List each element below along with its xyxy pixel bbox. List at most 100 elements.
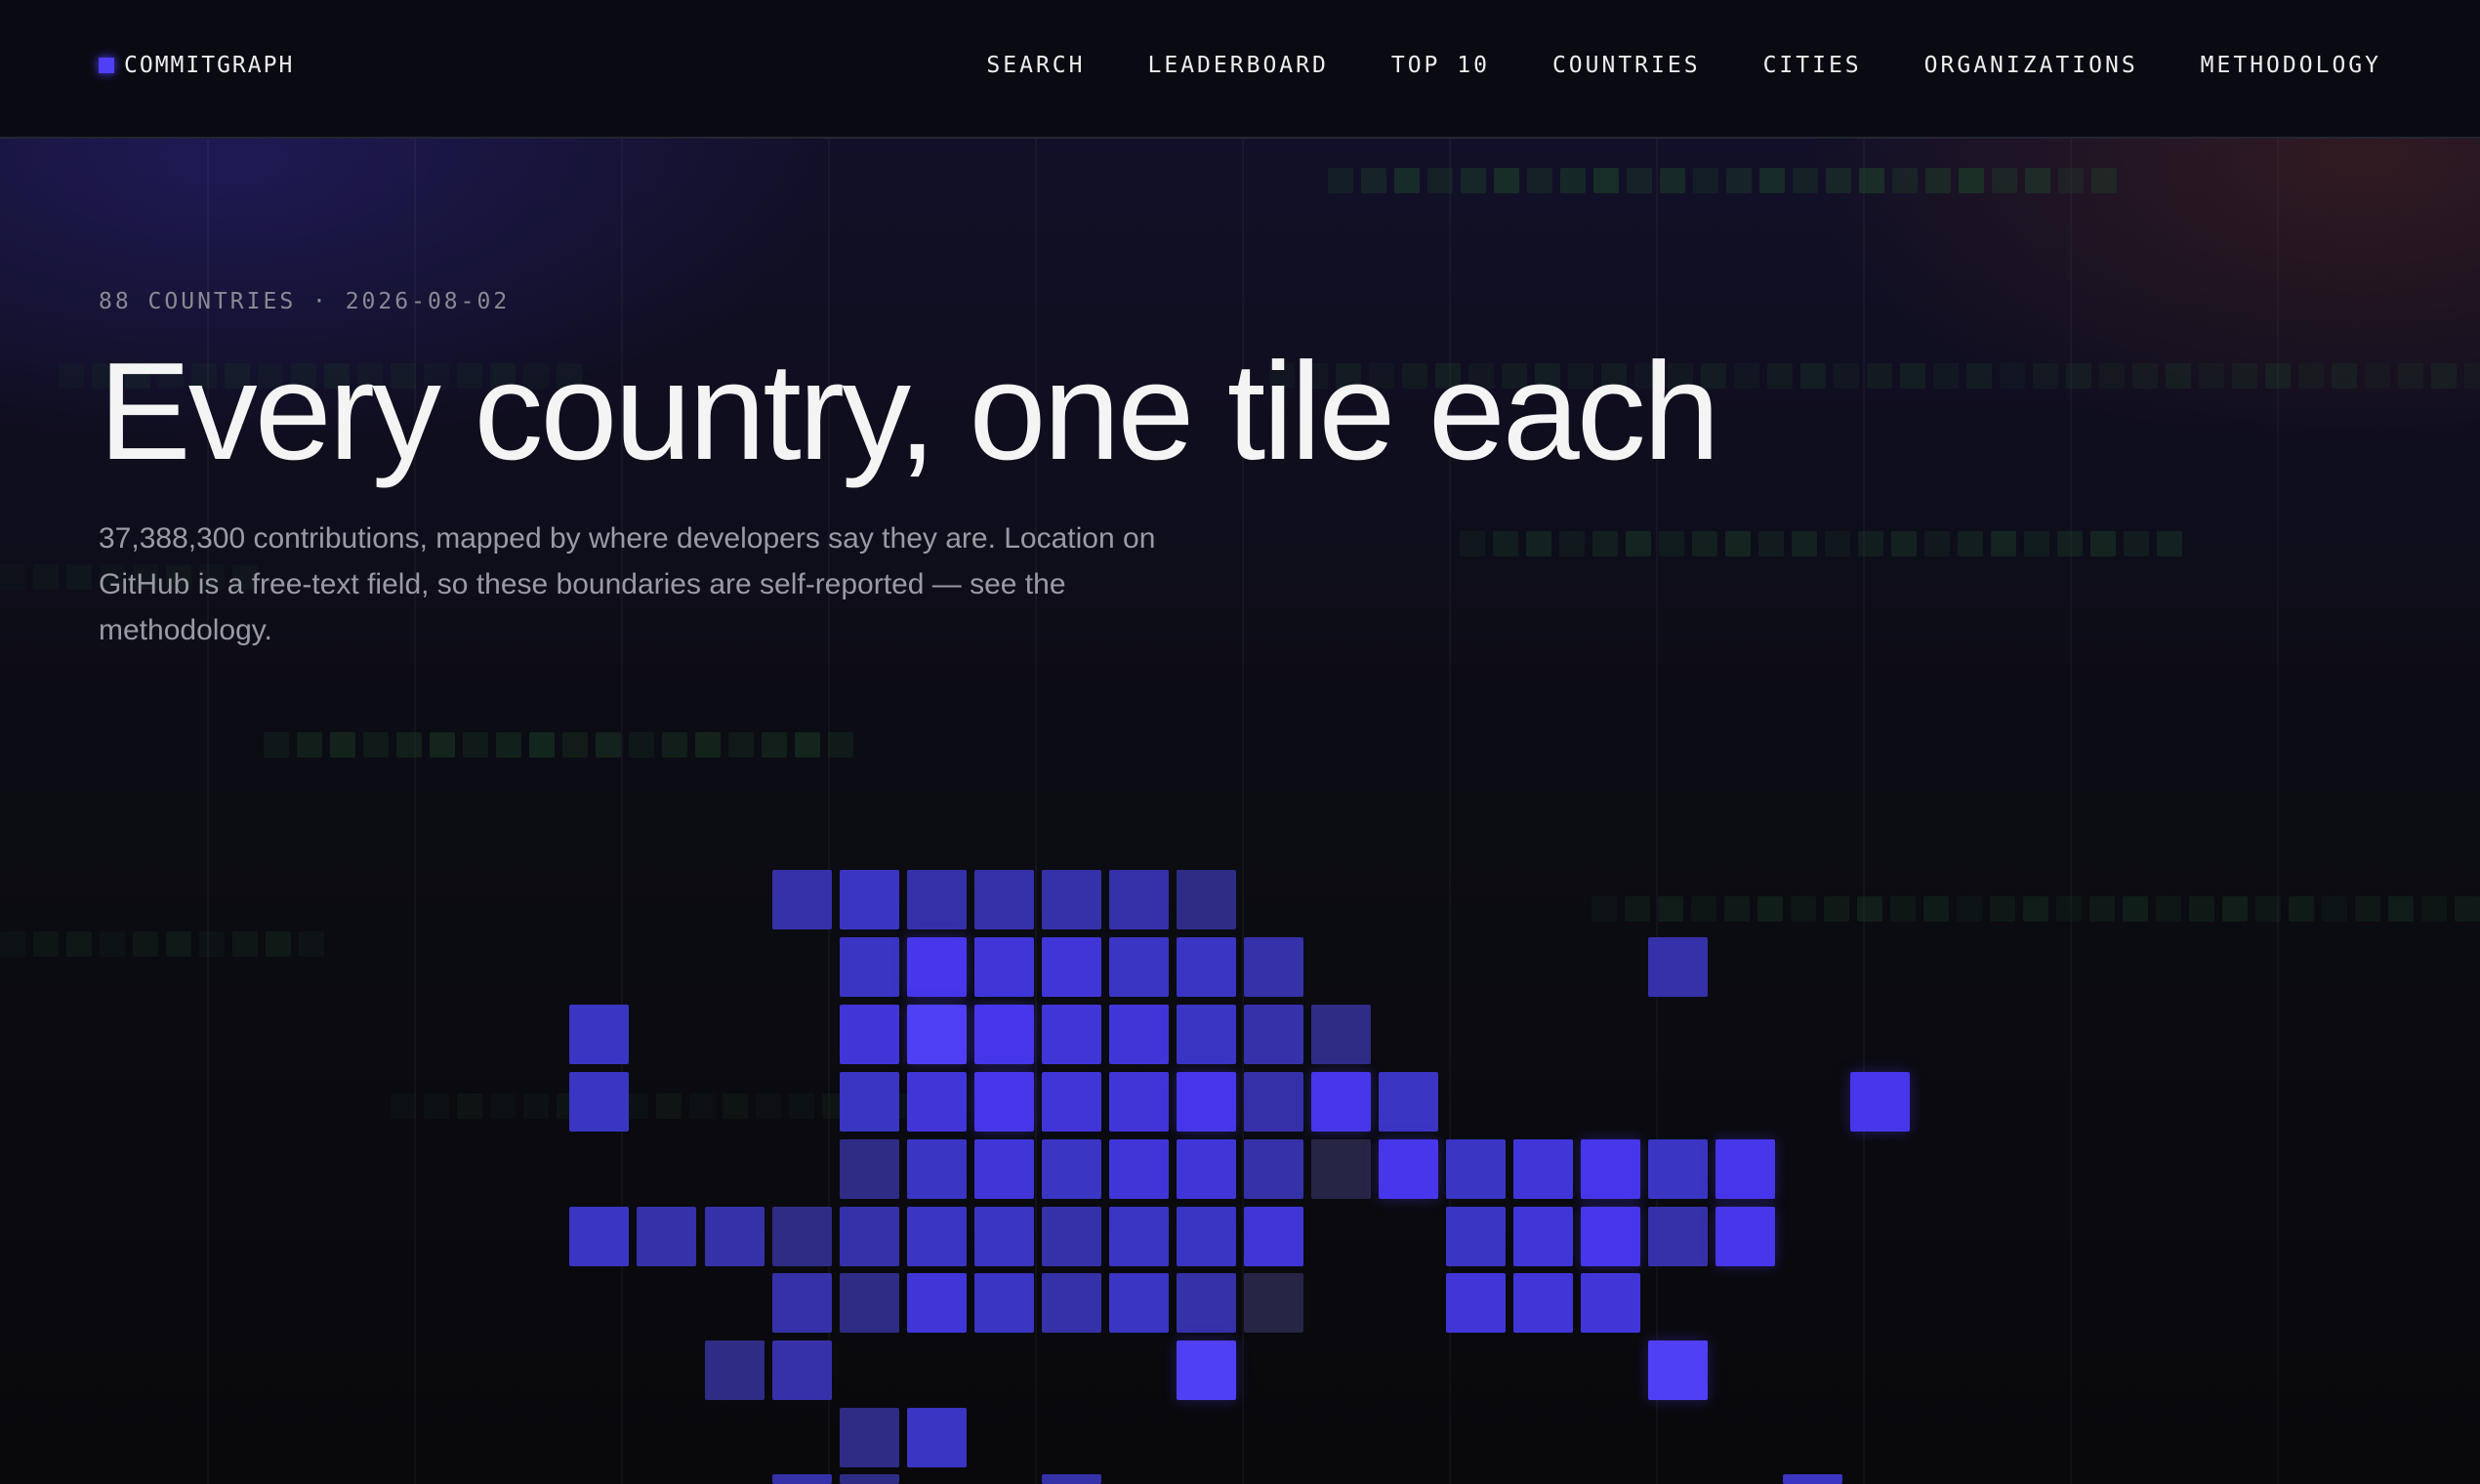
country-tile[interactable] [1177,1072,1236,1132]
country-tile[interactable] [1042,1474,1101,1484]
country-tile[interactable] [1648,1139,1708,1199]
country-tile[interactable] [907,937,967,997]
country-tile[interactable] [1513,1139,1573,1199]
country-tile[interactable] [907,1139,967,1199]
country-tile[interactable] [840,1408,899,1467]
country-tile[interactable] [1648,1207,1708,1266]
nav-link-top-10[interactable]: TOP 10 [1391,53,1490,78]
country-tile[interactable] [1379,1072,1438,1132]
country-tile[interactable] [1581,1139,1640,1199]
brand-logo[interactable]: COMMITGRAPH [99,53,294,78]
country-tile[interactable] [974,937,1034,997]
nav-link-leaderboard[interactable]: LEADERBOARD [1148,53,1329,78]
nav-link-search[interactable]: SEARCH [986,53,1085,78]
country-tile[interactable] [974,870,1034,929]
country-tile[interactable] [1177,1273,1236,1333]
country-tile[interactable] [907,1072,967,1132]
country-tile[interactable] [1177,1207,1236,1266]
country-tile[interactable] [1311,1005,1371,1064]
country-tile[interactable] [1850,1072,1910,1132]
country-tile[interactable] [1715,1207,1775,1266]
country-tile[interactable] [1244,937,1303,997]
country-tile[interactable] [907,870,967,929]
country-tile[interactable] [907,1207,967,1266]
country-tile[interactable] [772,1207,832,1266]
country-tile[interactable] [840,1139,899,1199]
country-tile[interactable] [1042,1005,1101,1064]
country-tile[interactable] [772,1474,832,1484]
country-tile[interactable] [569,1005,629,1064]
country-tile[interactable] [1244,1273,1303,1333]
country-tile[interactable] [637,1207,696,1266]
country-tile[interactable] [1042,1273,1101,1333]
country-tile[interactable] [1042,1072,1101,1132]
nav-link-cities[interactable]: CITIES [1763,53,1862,78]
nav-link-organizations[interactable]: ORGANIZATIONS [1924,53,2138,78]
country-tile[interactable] [1311,1139,1371,1199]
country-tile[interactable] [974,1139,1034,1199]
country-tile[interactable] [1109,1005,1169,1064]
country-tile[interactable] [907,1005,967,1064]
country-tile[interactable] [840,1474,899,1484]
country-tile[interactable] [1042,870,1101,929]
country-tile[interactable] [772,1340,832,1400]
country-tile[interactable] [1042,937,1101,997]
country-tile[interactable] [1177,1340,1236,1400]
contribution-cell [1559,531,1585,556]
country-tile[interactable] [1446,1139,1506,1199]
country-tile[interactable] [1109,1139,1169,1199]
country-tile[interactable] [772,870,832,929]
country-tile[interactable] [705,1340,765,1400]
country-tile[interactable] [1581,1207,1640,1266]
country-tile[interactable] [1244,1207,1303,1266]
country-tile[interactable] [1446,1207,1506,1266]
contribution-cell [2388,896,2414,922]
country-tile[interactable] [840,1207,899,1266]
country-tile[interactable] [772,1273,832,1333]
country-tile[interactable] [1177,1139,1236,1199]
country-tile[interactable] [1177,1005,1236,1064]
country-tile[interactable] [1581,1273,1640,1333]
country-tile[interactable] [1513,1273,1573,1333]
country-tile[interactable] [974,1207,1034,1266]
country-tile[interactable] [840,1005,899,1064]
country-tile[interactable] [1042,1207,1101,1266]
contribution-cell [100,931,125,957]
country-tile[interactable] [1648,937,1708,997]
country-tile[interactable] [1177,870,1236,929]
contribution-cell [297,732,322,758]
country-tile[interactable] [1109,870,1169,929]
country-tile[interactable] [705,1207,765,1266]
country-tile[interactable] [907,1408,967,1467]
country-tile[interactable] [1109,1072,1169,1132]
nav-link-countries[interactable]: COUNTRIES [1552,53,1701,78]
country-tile[interactable] [974,1072,1034,1132]
country-tile[interactable] [1042,1139,1101,1199]
country-tile[interactable] [907,1273,967,1333]
country-tile[interactable] [1446,1273,1506,1333]
country-tile[interactable] [974,1273,1034,1333]
nav-link-methodology[interactable]: METHODOLOGY [2201,53,2381,78]
contribution-cell [1826,168,1851,193]
country-tile[interactable] [1109,1207,1169,1266]
country-tile[interactable] [974,1005,1034,1064]
country-tile[interactable] [1715,1139,1775,1199]
country-tile[interactable] [1513,1207,1573,1266]
country-tile[interactable] [840,937,899,997]
country-tile[interactable] [1783,1474,1842,1484]
country-tile[interactable] [1311,1072,1371,1132]
country-tile[interactable] [1379,1139,1438,1199]
country-tile[interactable] [840,1072,899,1132]
country-tile[interactable] [1109,1273,1169,1333]
country-tile[interactable] [1109,937,1169,997]
country-tile[interactable] [840,1273,899,1333]
contribution-cell [2255,896,2281,922]
country-tile[interactable] [1244,1139,1303,1199]
country-tile[interactable] [569,1207,629,1266]
country-tile[interactable] [1244,1072,1303,1132]
country-tile[interactable] [1244,1005,1303,1064]
country-tile[interactable] [1177,937,1236,997]
country-tile[interactable] [1648,1340,1708,1400]
country-tile[interactable] [840,870,899,929]
country-tile[interactable] [569,1072,629,1132]
